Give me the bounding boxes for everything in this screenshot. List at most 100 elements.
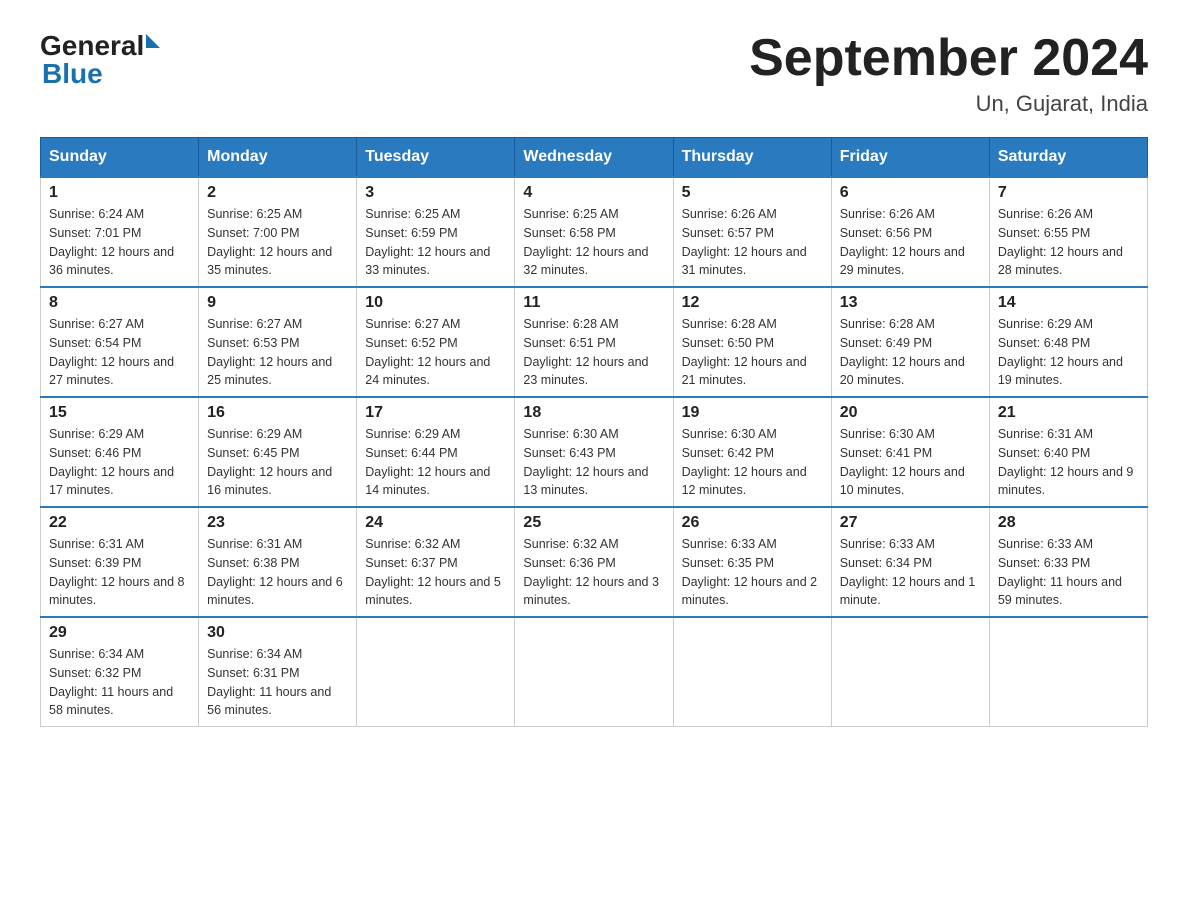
calendar-header-monday: Monday [199,138,357,178]
calendar-week-row: 15Sunrise: 6:29 AMSunset: 6:46 PMDayligh… [41,397,1148,507]
day-info: Sunrise: 6:30 AMSunset: 6:42 PMDaylight:… [682,425,823,500]
day-info: Sunrise: 6:34 AMSunset: 6:31 PMDaylight:… [207,645,348,720]
day-number: 30 [207,624,348,642]
calendar-header-sunday: Sunday [41,138,199,178]
day-number: 16 [207,404,348,422]
day-number: 28 [998,514,1139,532]
day-number: 27 [840,514,981,532]
day-info: Sunrise: 6:26 AMSunset: 6:56 PMDaylight:… [840,205,981,280]
day-number: 22 [49,514,190,532]
calendar-header-saturday: Saturday [989,138,1147,178]
day-number: 3 [365,184,506,202]
day-info: Sunrise: 6:27 AMSunset: 6:54 PMDaylight:… [49,315,190,390]
logo-blue-text: Blue [42,58,103,90]
day-number: 26 [682,514,823,532]
day-info: Sunrise: 6:33 AMSunset: 6:35 PMDaylight:… [682,535,823,610]
day-number: 4 [523,184,664,202]
day-info: Sunrise: 6:29 AMSunset: 6:46 PMDaylight:… [49,425,190,500]
day-info: Sunrise: 6:29 AMSunset: 6:48 PMDaylight:… [998,315,1139,390]
location-subtitle: Un, Gujarat, India [749,91,1148,117]
day-info: Sunrise: 6:26 AMSunset: 6:55 PMDaylight:… [998,205,1139,280]
calendar-cell: 13 Sunrise: 6:28 AMSunset: 6:49 PMDayligh… [831,287,989,397]
calendar-cell: 21 Sunrise: 6:31 AMSunset: 6:40 PMDayligh… [989,397,1147,507]
day-info: Sunrise: 6:28 AMSunset: 6:49 PMDaylight:… [840,315,981,390]
calendar-week-row: 1Sunrise: 6:24 AMSunset: 7:01 PMDaylight… [41,177,1148,287]
calendar-cell: 2 Sunrise: 6:25 AMSunset: 7:00 PMDaylight… [199,177,357,287]
logo: General Blue [40,30,160,90]
day-info: Sunrise: 6:30 AMSunset: 6:43 PMDaylight:… [523,425,664,500]
day-number: 18 [523,404,664,422]
calendar-cell: 8 Sunrise: 6:27 AMSunset: 6:54 PMDaylight… [41,287,199,397]
calendar-cell: 23 Sunrise: 6:31 AMSunset: 6:38 PMDayligh… [199,507,357,617]
calendar-cell: 22 Sunrise: 6:31 AMSunset: 6:39 PMDayligh… [41,507,199,617]
calendar-cell: 1Sunrise: 6:24 AMSunset: 7:01 PMDaylight… [41,177,199,287]
calendar-cell: 14Sunrise: 6:29 AMSunset: 6:48 PMDayligh… [989,287,1147,397]
calendar-cell: 15Sunrise: 6:29 AMSunset: 6:46 PMDayligh… [41,397,199,507]
day-number: 24 [365,514,506,532]
calendar-cell: 7 Sunrise: 6:26 AMSunset: 6:55 PMDaylight… [989,177,1147,287]
calendar-cell: 29 Sunrise: 6:34 AMSunset: 6:32 PMDayligh… [41,617,199,727]
day-info: Sunrise: 6:31 AMSunset: 6:39 PMDaylight:… [49,535,190,610]
calendar-cell [515,617,673,727]
calendar-cell: 24 Sunrise: 6:32 AMSunset: 6:37 PMDayligh… [357,507,515,617]
calendar-cell: 25 Sunrise: 6:32 AMSunset: 6:36 PMDayligh… [515,507,673,617]
calendar-cell: 9Sunrise: 6:27 AMSunset: 6:53 PMDaylight… [199,287,357,397]
calendar-cell: 11Sunrise: 6:28 AMSunset: 6:51 PMDayligh… [515,287,673,397]
day-number: 19 [682,404,823,422]
day-info: Sunrise: 6:26 AMSunset: 6:57 PMDaylight:… [682,205,823,280]
calendar-cell: 26 Sunrise: 6:33 AMSunset: 6:35 PMDayligh… [673,507,831,617]
day-number: 10 [365,294,506,312]
day-number: 1 [49,184,190,202]
day-info: Sunrise: 6:32 AMSunset: 6:36 PMDaylight:… [523,535,664,610]
day-number: 29 [49,624,190,642]
calendar-cell: 5 Sunrise: 6:26 AMSunset: 6:57 PMDaylight… [673,177,831,287]
calendar-cell [989,617,1147,727]
calendar-cell [831,617,989,727]
calendar-cell [673,617,831,727]
day-number: 5 [682,184,823,202]
day-number: 12 [682,294,823,312]
calendar-header-row: SundayMondayTuesdayWednesdayThursdayFrid… [41,138,1148,178]
day-number: 6 [840,184,981,202]
day-number: 9 [207,294,348,312]
day-info: Sunrise: 6:32 AMSunset: 6:37 PMDaylight:… [365,535,506,610]
day-number: 20 [840,404,981,422]
calendar-header-friday: Friday [831,138,989,178]
calendar-cell: 27 Sunrise: 6:33 AMSunset: 6:34 PMDayligh… [831,507,989,617]
day-info: Sunrise: 6:29 AMSunset: 6:44 PMDaylight:… [365,425,506,500]
calendar-week-row: 8 Sunrise: 6:27 AMSunset: 6:54 PMDaylight… [41,287,1148,397]
day-info: Sunrise: 6:29 AMSunset: 6:45 PMDaylight:… [207,425,348,500]
day-number: 8 [49,294,190,312]
day-info: Sunrise: 6:25 AMSunset: 7:00 PMDaylight:… [207,205,348,280]
day-number: 23 [207,514,348,532]
day-number: 25 [523,514,664,532]
day-info: Sunrise: 6:30 AMSunset: 6:41 PMDaylight:… [840,425,981,500]
calendar-cell: 17Sunrise: 6:29 AMSunset: 6:44 PMDayligh… [357,397,515,507]
calendar-cell: 20 Sunrise: 6:30 AMSunset: 6:41 PMDayligh… [831,397,989,507]
day-info: Sunrise: 6:33 AMSunset: 6:33 PMDaylight:… [998,535,1139,610]
day-number: 21 [998,404,1139,422]
day-number: 7 [998,184,1139,202]
calendar-cell: 30 Sunrise: 6:34 AMSunset: 6:31 PMDayligh… [199,617,357,727]
day-info: Sunrise: 6:33 AMSunset: 6:34 PMDaylight:… [840,535,981,610]
day-number: 13 [840,294,981,312]
day-info: Sunrise: 6:28 AMSunset: 6:50 PMDaylight:… [682,315,823,390]
day-info: Sunrise: 6:34 AMSunset: 6:32 PMDaylight:… [49,645,190,720]
calendar-week-row: 22 Sunrise: 6:31 AMSunset: 6:39 PMDayligh… [41,507,1148,617]
calendar-cell: 16 Sunrise: 6:29 AMSunset: 6:45 PMDayligh… [199,397,357,507]
calendar-header-tuesday: Tuesday [357,138,515,178]
day-number: 2 [207,184,348,202]
calendar-cell: 3 Sunrise: 6:25 AMSunset: 6:59 PMDaylight… [357,177,515,287]
day-info: Sunrise: 6:25 AMSunset: 6:58 PMDaylight:… [523,205,664,280]
day-info: Sunrise: 6:31 AMSunset: 6:40 PMDaylight:… [998,425,1139,500]
day-info: Sunrise: 6:31 AMSunset: 6:38 PMDaylight:… [207,535,348,610]
day-number: 11 [523,294,664,312]
calendar-cell: 6 Sunrise: 6:26 AMSunset: 6:56 PMDaylight… [831,177,989,287]
calendar-cell: 10Sunrise: 6:27 AMSunset: 6:52 PMDayligh… [357,287,515,397]
page-header: General Blue September 2024 Un, Gujarat,… [40,30,1148,117]
title-block: September 2024 Un, Gujarat, India [749,30,1148,117]
calendar-cell: 18 Sunrise: 6:30 AMSunset: 6:43 PMDayligh… [515,397,673,507]
day-info: Sunrise: 6:25 AMSunset: 6:59 PMDaylight:… [365,205,506,280]
calendar-cell: 19 Sunrise: 6:30 AMSunset: 6:42 PMDayligh… [673,397,831,507]
logo-triangle-icon [146,34,160,48]
